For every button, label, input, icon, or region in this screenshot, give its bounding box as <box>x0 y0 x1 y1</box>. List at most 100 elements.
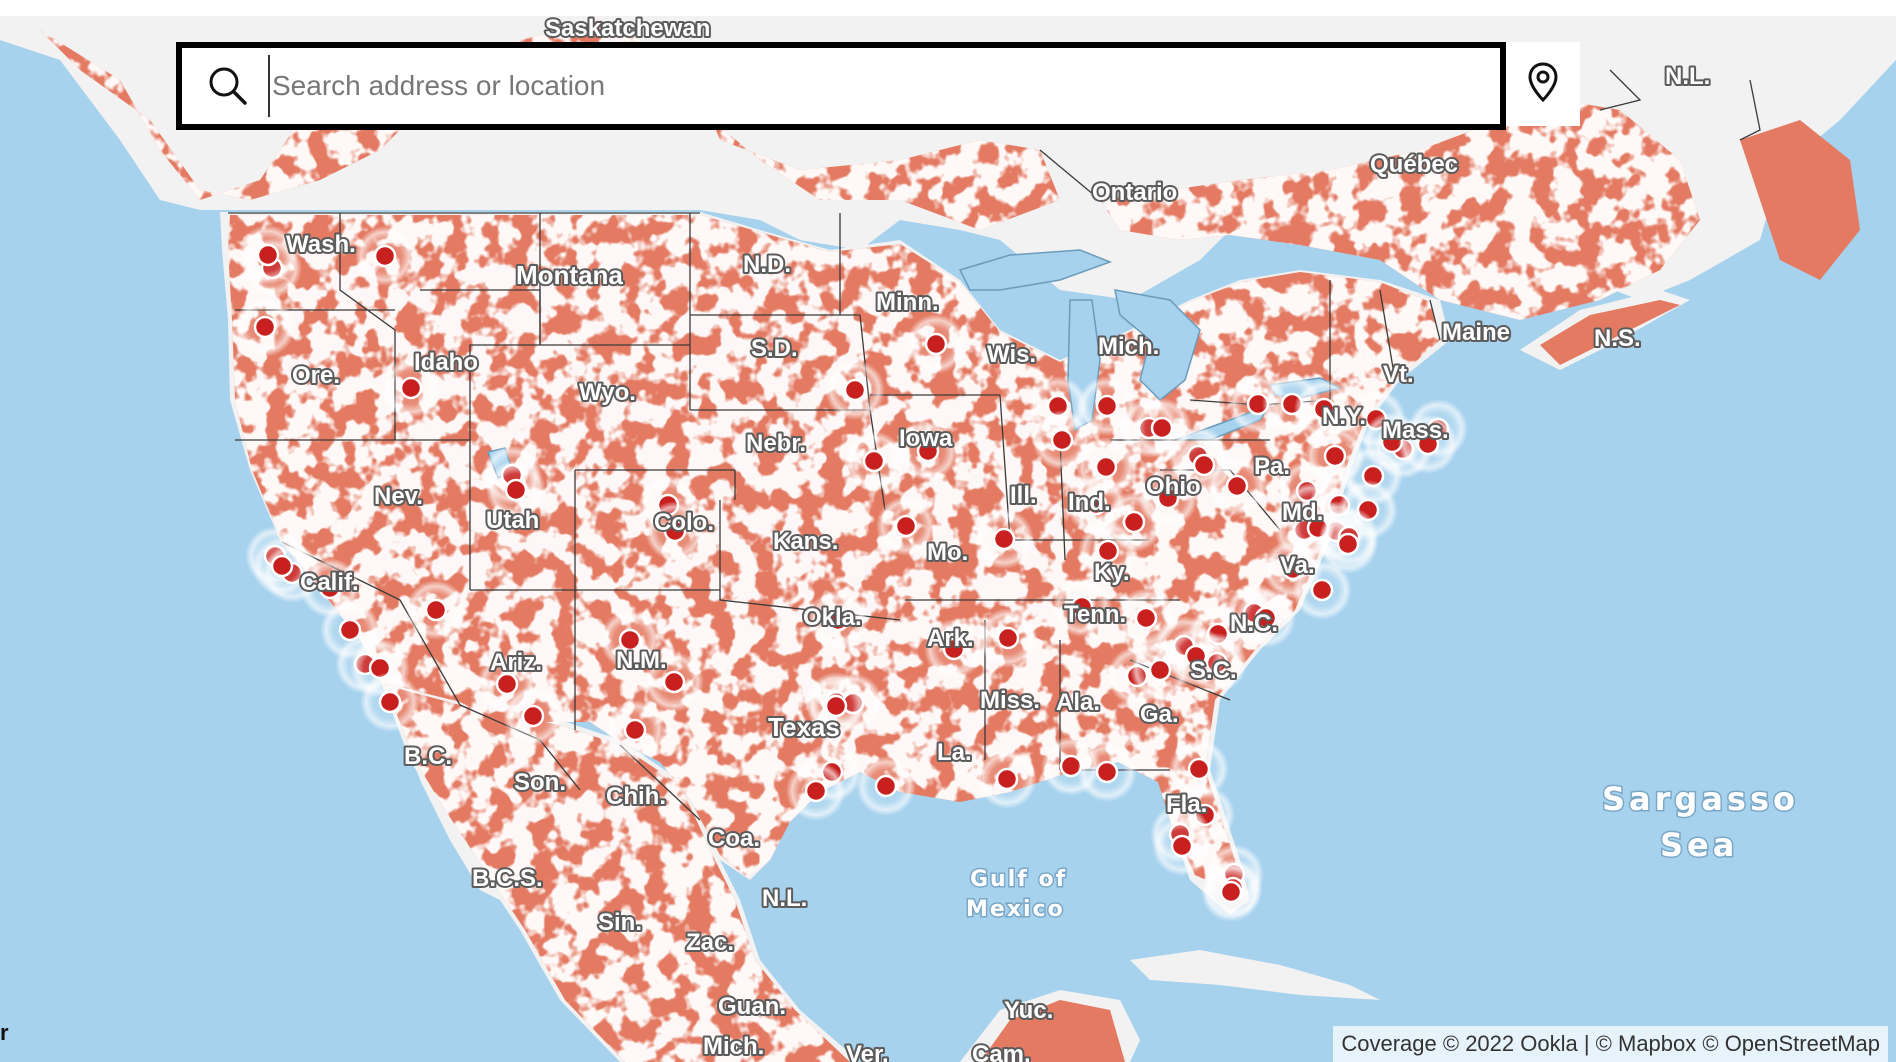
label-sin: Sin. <box>598 909 642 936</box>
label-pa: Pa. <box>1254 453 1290 480</box>
site-marker[interactable] <box>804 779 828 803</box>
site-marker[interactable] <box>1150 416 1174 440</box>
site-marker[interactable] <box>495 672 519 696</box>
label-colo: Colo. <box>654 509 714 536</box>
label-okla: Okla. <box>803 604 862 631</box>
site-marker[interactable] <box>1148 658 1172 682</box>
label-nl-mx: N.L. <box>762 885 807 912</box>
label-ariz: Ariz. <box>490 649 542 676</box>
site-marker[interactable] <box>1095 394 1119 418</box>
label-sd: S.D. <box>751 335 798 362</box>
label-texas: Texas <box>768 712 840 742</box>
label-sc: S.C. <box>1190 657 1237 684</box>
site-marker[interactable] <box>378 690 402 714</box>
label-bc: B.C. <box>404 743 452 770</box>
label-kans: Kans. <box>773 528 838 555</box>
label-nebr: Nebr. <box>746 430 806 457</box>
label-ind: Ind. <box>1068 489 1111 516</box>
label-idaho: Idaho <box>414 349 478 376</box>
label-vt: Vt. <box>1383 361 1414 388</box>
label-mexico-gulf: Mexico <box>966 897 1065 922</box>
label-nc: N.C. <box>1230 610 1278 637</box>
label-nm: N.M. <box>616 647 667 674</box>
label-calif: Calif. <box>300 569 359 596</box>
site-marker[interactable] <box>623 718 647 742</box>
label-md: Md. <box>1282 499 1323 526</box>
search-icon <box>206 64 250 108</box>
site-marker[interactable] <box>894 514 918 538</box>
label-ky: Ky. <box>1094 559 1130 586</box>
site-marker[interactable] <box>373 244 397 268</box>
label-guan: Guan. <box>718 993 786 1020</box>
locate-button[interactable] <box>1506 42 1580 126</box>
label-sargasso: Sargasso <box>1602 780 1799 818</box>
label-la: La. <box>937 739 972 766</box>
cuba-land <box>1130 950 1380 1000</box>
coverage-map[interactable]: Saskatchewan Ontario Québec N.L. N.S. Wa… <box>0 0 1896 1062</box>
site-marker[interactable] <box>992 527 1016 551</box>
site-marker[interactable] <box>862 449 886 473</box>
site-marker[interactable] <box>924 332 948 356</box>
label-mo: Mo. <box>927 539 968 566</box>
search-bar[interactable] <box>176 42 1506 130</box>
label-tenn: Tenn. <box>1064 601 1126 628</box>
label-ver: Ver. <box>846 1041 889 1062</box>
site-marker[interactable] <box>1050 428 1074 452</box>
site-marker[interactable] <box>1310 578 1334 602</box>
label-fla: Fla. <box>1166 791 1207 818</box>
site-marker[interactable] <box>256 243 280 267</box>
label-iowa: Iowa <box>899 425 953 452</box>
label-utah: Utah <box>486 507 539 534</box>
label-bcs: B.C.S. <box>472 865 543 892</box>
site-marker[interactable] <box>1219 880 1243 904</box>
label-gulf-of: Gulf of <box>970 867 1067 892</box>
label-cam: Cam. <box>972 1041 1031 1062</box>
search-input[interactable] <box>268 55 1500 117</box>
label-maine: Maine <box>1442 319 1510 346</box>
site-marker[interactable] <box>1134 606 1158 630</box>
edge-glyph: r <box>0 1020 9 1045</box>
site-marker[interactable] <box>1095 760 1119 784</box>
site-marker[interactable] <box>1187 757 1211 781</box>
site-marker[interactable] <box>995 767 1019 791</box>
label-wyo: Wyo. <box>579 379 636 406</box>
site-marker[interactable] <box>424 598 448 622</box>
label-ga: Ga. <box>1140 701 1179 728</box>
label-coa: Coa. <box>708 825 760 852</box>
site-marker[interactable] <box>843 378 867 402</box>
label-sea: Sea <box>1660 826 1738 864</box>
label-ark: Ark. <box>927 625 974 652</box>
label-montana: Montana <box>516 260 623 290</box>
site-marker[interactable] <box>1094 455 1118 479</box>
label-miss: Miss. <box>980 687 1040 714</box>
site-marker[interactable] <box>1170 834 1194 858</box>
site-marker[interactable] <box>1096 539 1120 563</box>
label-mass: Mass. <box>1382 417 1449 444</box>
label-ontario: Ontario <box>1092 179 1177 206</box>
label-mich-mx: Mich. <box>703 1033 764 1060</box>
label-wis: Wis. <box>987 341 1036 368</box>
site-marker[interactable] <box>1225 474 1249 498</box>
site-marker[interactable] <box>521 704 545 728</box>
site-marker[interactable] <box>1336 532 1360 556</box>
label-son: Son. <box>514 769 566 796</box>
label-va: Va. <box>1280 552 1315 579</box>
label-quebec: Québec <box>1370 151 1458 178</box>
label-zac: Zac. <box>686 929 734 956</box>
site-marker[interactable] <box>874 774 898 798</box>
label-ala: Ala. <box>1056 689 1100 716</box>
site-marker[interactable] <box>253 315 277 339</box>
top-strip <box>0 0 1896 16</box>
site-marker[interactable] <box>662 670 686 694</box>
label-mich: Mich. <box>1098 333 1159 360</box>
site-marker[interactable] <box>996 626 1020 650</box>
site-marker[interactable] <box>1323 444 1347 468</box>
map-pin-icon <box>1523 60 1563 109</box>
label-ohio: Ohio <box>1146 473 1201 500</box>
label-nev: Nev. <box>374 483 423 510</box>
map-attribution[interactable]: Coverage © 2022 Ookla | © Mapbox © OpenS… <box>1333 1026 1888 1062</box>
site-marker[interactable] <box>270 554 294 578</box>
site-marker[interactable] <box>504 478 528 502</box>
label-ill: Ill. <box>1010 482 1037 509</box>
site-marker[interactable] <box>399 376 423 400</box>
